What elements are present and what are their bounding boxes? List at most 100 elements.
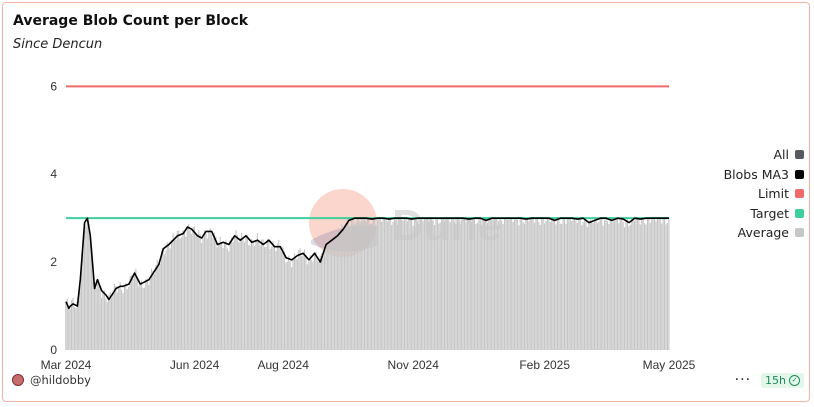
average-bar: [153, 273, 156, 350]
average-bar: [288, 255, 290, 350]
average-bar: [65, 301, 67, 350]
average-bar: [375, 225, 377, 350]
average-bar: [632, 218, 634, 350]
average-bar: [423, 218, 426, 350]
average-bar: [212, 237, 214, 350]
average-bar: [603, 220, 606, 350]
average-bar: [286, 261, 288, 350]
average-bar: [149, 278, 151, 350]
average-bar: [491, 220, 493, 350]
legend-item-all[interactable]: All: [724, 145, 804, 165]
average-bar: [233, 237, 236, 350]
average-bar: [285, 262, 287, 350]
legend-item-blobs-ma3[interactable]: Blobs MA3: [724, 165, 804, 185]
average-bar: [382, 218, 384, 350]
average-bar: [475, 224, 477, 350]
average-bar: [312, 261, 314, 350]
average-bar: [309, 255, 311, 350]
average-bar: [213, 232, 216, 350]
average-bar: [621, 218, 623, 350]
average-bar: [205, 233, 207, 350]
average-bar: [216, 247, 218, 350]
average-bar: [516, 219, 518, 350]
average-bar: [488, 218, 490, 350]
x-tick-label: Nov 2024: [388, 358, 440, 372]
average-bar: [156, 260, 158, 350]
average-bar: [473, 218, 476, 350]
average-bar: [201, 243, 203, 350]
average-bar: [119, 282, 121, 350]
average-bar: [256, 232, 258, 350]
average-bar: [526, 218, 528, 350]
average-bar: [385, 219, 387, 350]
average-bar: [235, 230, 237, 350]
average-bar: [166, 242, 168, 350]
average-bar: [379, 218, 381, 350]
average-bar: [102, 293, 104, 350]
average-bar: [331, 237, 333, 350]
average-bar: [169, 248, 171, 350]
average-bar: [271, 246, 273, 350]
average-bar: [268, 239, 270, 350]
average-bar: [568, 218, 570, 350]
average-bar: [492, 220, 494, 350]
average-bar: [506, 219, 508, 350]
legend-item-target[interactable]: Target: [724, 204, 804, 224]
legend-label: Target: [750, 205, 789, 221]
average-bar: [353, 224, 356, 350]
average-bar: [489, 218, 491, 350]
average-bar: [383, 218, 386, 350]
average-bar: [519, 219, 521, 350]
average-bar: [265, 247, 267, 350]
average-bar: [443, 221, 446, 350]
legend-swatch: [795, 228, 804, 238]
average-bar: [88, 221, 90, 350]
average-bar: [586, 227, 588, 350]
average-bar: [355, 221, 357, 350]
average-bar: [73, 307, 76, 350]
average-bar: [626, 218, 628, 350]
average-bar: [103, 290, 106, 350]
average-bar: [138, 286, 140, 350]
average-bar: [155, 265, 157, 350]
legend-item-average[interactable]: Average: [724, 223, 804, 243]
more-options-button[interactable]: ···: [735, 372, 751, 388]
average-bar: [628, 226, 630, 350]
average-bar: [615, 218, 617, 350]
average-bar: [451, 218, 453, 350]
average-bar: [542, 218, 544, 350]
average-bar: [295, 258, 297, 350]
average-bar: [173, 238, 176, 350]
average-bar: [125, 282, 127, 350]
legend-label: Limit: [758, 186, 789, 202]
average-bar: [552, 218, 554, 350]
legend-item-limit[interactable]: Limit: [724, 184, 804, 204]
average-bar: [261, 239, 263, 350]
average-bar: [432, 220, 434, 350]
average-bar: [533, 222, 536, 350]
average-bar: [318, 261, 320, 350]
average-bar: [68, 307, 70, 350]
average-bar: [639, 224, 641, 350]
average-bar: [365, 221, 367, 350]
average-bar: [629, 224, 631, 350]
average-bar: [532, 218, 534, 350]
average-bar: [276, 243, 278, 350]
average-bar: [622, 221, 624, 350]
average-bar: [332, 244, 334, 350]
author-link[interactable]: @hildobby: [12, 373, 91, 387]
average-bar: [229, 240, 231, 350]
y-tick-label: 2: [50, 255, 57, 269]
average-bar: [278, 239, 280, 350]
average-bar: [666, 223, 668, 350]
average-bar: [653, 218, 656, 350]
average-bar: [129, 275, 131, 350]
average-bar: [528, 221, 530, 350]
refresh-badge[interactable]: 15h ✓: [761, 372, 804, 388]
average-bar: [89, 236, 91, 350]
average-bar: [462, 218, 464, 350]
average-bar: [126, 289, 128, 350]
average-bar: [222, 247, 224, 350]
average-bar: [282, 247, 284, 350]
x-tick-label: May 2025: [643, 358, 696, 372]
